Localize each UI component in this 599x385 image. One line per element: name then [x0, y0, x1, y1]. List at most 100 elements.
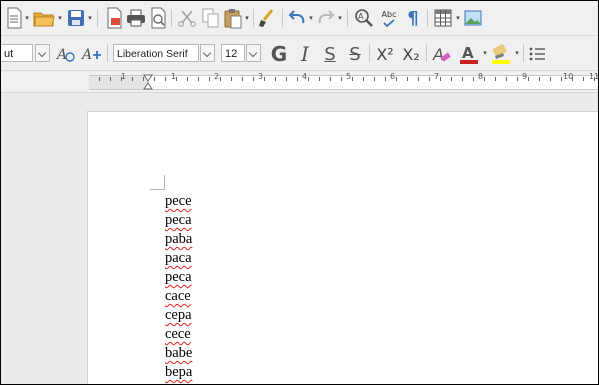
text-line[interactable]: cace: [165, 287, 192, 306]
ruler-tick: [198, 77, 199, 81]
font-name-box[interactable]: Liberation Serif: [113, 44, 199, 62]
ruler-tick: [319, 77, 320, 81]
underline-icon[interactable]: S: [319, 43, 341, 65]
text-line[interactable]: peca: [165, 268, 192, 287]
svg-text:A: A: [462, 44, 474, 62]
document-workspace[interactable]: pece peca paba paca peca cace cepa cece babe bepa: [1, 93, 598, 384]
ruler-tick: [550, 77, 551, 81]
ruler-tick: [462, 77, 463, 81]
document-text[interactable]: pece peca paba paca peca cace cepa cece babe bepa: [165, 192, 192, 382]
text-line[interactable]: bepa: [165, 363, 192, 382]
ruler-tick: [242, 77, 243, 81]
ruler-tick: [308, 77, 309, 81]
ruler-tick: [561, 77, 562, 81]
undo-icon[interactable]: [287, 8, 307, 28]
ruler-tick: [99, 77, 100, 81]
ruler-tick: [528, 77, 529, 81]
save-icon[interactable]: [66, 8, 86, 28]
cut-icon[interactable]: [177, 8, 197, 28]
table-dropdown-icon[interactable]: ▾: [455, 14, 461, 22]
redo-icon[interactable]: [316, 8, 336, 28]
ruler-tick: [451, 77, 452, 81]
text-line[interactable]: paca: [165, 249, 192, 268]
ruler-tick: [506, 77, 507, 81]
ruler-tick: [440, 77, 441, 81]
ruler-tick: [374, 77, 375, 81]
ruler-tick: [407, 77, 408, 81]
svg-text:A: A: [81, 47, 92, 63]
ruler-number: 3: [258, 72, 264, 81]
highlight-dropdown-icon[interactable]: ▾: [514, 49, 520, 57]
ruler-tick: [429, 77, 430, 81]
update-style-icon[interactable]: A: [56, 44, 76, 64]
toggle-list-icon[interactable]: [527, 44, 547, 64]
ruler-tick: [572, 77, 573, 81]
new-document-icon[interactable]: [5, 7, 23, 29]
ruler-tick: [341, 77, 342, 81]
ruler-tick: [264, 77, 265, 81]
strikethrough-icon[interactable]: S: [344, 43, 366, 65]
redo-dropdown-icon[interactable]: ▾: [337, 14, 343, 22]
subscript-icon[interactable]: X₂: [399, 43, 423, 65]
svg-text:A: A: [432, 45, 444, 64]
font-color-dropdown-icon[interactable]: ▾: [482, 49, 488, 57]
ruler-tick: [396, 77, 397, 81]
formatting-toolbar: ut A A Liberation Serif 12 G I S S X² X₂…: [1, 36, 598, 71]
open-folder-icon[interactable]: [33, 8, 55, 28]
print-preview-icon[interactable]: [149, 7, 167, 29]
paragraph-style-dropdown-icon[interactable]: [35, 44, 50, 62]
ruler-tick: [110, 77, 111, 81]
ruler-margin: [89, 75, 149, 90]
highlight-color-icon[interactable]: [490, 43, 512, 65]
ruler-number: 6: [390, 72, 396, 81]
insert-table-icon[interactable]: [433, 8, 453, 28]
ruler-number: 8: [478, 72, 484, 81]
new-dropdown-icon[interactable]: ▾: [24, 14, 30, 22]
superscript-icon[interactable]: X²: [373, 43, 397, 65]
text-line[interactable]: babe: [165, 344, 192, 363]
ruler-tick: [473, 77, 474, 81]
open-dropdown-icon[interactable]: ▾: [57, 14, 63, 22]
export-pdf-icon[interactable]: [105, 7, 123, 29]
text-line[interactable]: paba: [165, 230, 192, 249]
paragraph-style-box[interactable]: ut: [1, 44, 33, 62]
paste-dropdown-icon[interactable]: ▾: [244, 14, 250, 22]
find-replace-icon[interactable]: A: [353, 7, 375, 29]
text-line[interactable]: cece: [165, 325, 192, 344]
ruler-tick: [143, 77, 144, 81]
font-size-dropdown-icon[interactable]: [246, 44, 261, 62]
ruler-number: 9: [522, 72, 528, 81]
checkmark-icon: [383, 18, 395, 27]
svg-text:A: A: [358, 12, 364, 21]
font-name-dropdown-icon[interactable]: [200, 44, 215, 62]
copy-icon[interactable]: [201, 7, 221, 29]
spelling-icon[interactable]: Abc: [378, 7, 400, 29]
undo-dropdown-icon[interactable]: ▾: [308, 14, 314, 22]
clear-formatting-icon[interactable]: A: [431, 44, 453, 64]
ruler-tick: [539, 77, 540, 81]
ruler-tick: [275, 77, 276, 81]
print-icon[interactable]: [126, 8, 146, 28]
save-dropdown-icon[interactable]: ▾: [87, 14, 93, 22]
ruler-tick: [176, 77, 177, 81]
text-line[interactable]: peca: [165, 211, 192, 230]
font-size-box[interactable]: 12: [221, 44, 245, 62]
italic-icon[interactable]: I: [294, 42, 316, 66]
paste-icon[interactable]: [223, 7, 243, 29]
text-line[interactable]: pece: [165, 192, 192, 211]
insert-image-icon[interactable]: [463, 8, 483, 28]
bold-icon[interactable]: G: [268, 42, 290, 66]
clone-formatting-icon[interactable]: [257, 7, 277, 29]
document-page[interactable]: pece peca paba paca peca cace cepa cece babe bepa: [87, 111, 598, 384]
svg-text:A: A: [56, 47, 67, 63]
formatting-marks-icon[interactable]: ¶: [404, 7, 422, 29]
new-style-icon[interactable]: A: [81, 44, 103, 64]
text-line[interactable]: cepa: [165, 306, 192, 325]
ruler-tick: [209, 77, 210, 81]
ruler-tick: [253, 77, 254, 81]
ruler-tick: [187, 77, 188, 81]
horizontal-ruler[interactable]: 11234567891011: [1, 71, 598, 93]
font-color-icon[interactable]: A: [458, 43, 480, 65]
ruler-tick: [517, 77, 518, 81]
ruler-number: 5: [346, 72, 352, 81]
